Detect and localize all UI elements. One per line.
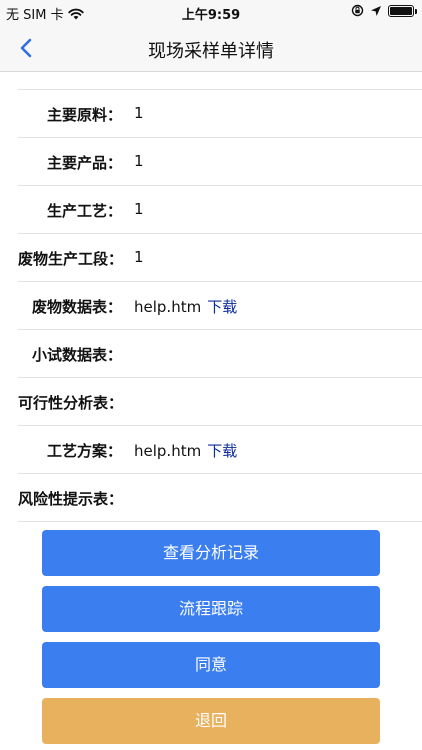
return-button[interactable]: 退回 [42,698,380,744]
field-value: 1 [134,200,144,218]
field-label: 主要产品： [46,154,122,172]
field-value: help.htm 下载 [134,296,237,317]
nav-bar: 现场采样单详情 [0,24,422,72]
detail-list[interactable]: 主要原料： 1 主要产品： 1 生产工艺： 1 废物生产工段： 1 废物数据表：… [0,72,422,524]
field-value: 1 [134,152,144,170]
field-value: 1 [134,104,144,122]
status-indicators [351,4,417,17]
field-value: help.htm 下载 [134,440,237,461]
field-label: 主要原料： [46,106,122,124]
view-analysis-button[interactable]: 查看分析记录 [42,530,380,576]
field-label: 生产工艺： [46,202,122,220]
field-row: 废物数据表： help.htm 下载 [18,282,422,330]
field-row: 风险性提示表： [18,474,422,522]
field-label: 工艺方案： [46,442,122,460]
process-track-button[interactable]: 流程跟踪 [42,586,380,632]
field-row: 主要产品： 1 [18,138,422,186]
file-name: help.htm [134,298,202,316]
field-row: 小试数据表： [18,330,422,378]
orientation-lock-icon [351,4,364,17]
download-link[interactable]: 下载 [207,298,237,316]
field-label: 风险性提示表： [18,490,124,508]
agree-button[interactable]: 同意 [42,642,380,688]
field-value: 1 [134,248,144,266]
field-label: 可行性分析表： [18,394,124,412]
field-row: 可行性分析表： [18,378,422,426]
field-row: 主要原料： 1 [18,90,422,138]
field-label: 废物数据表： [31,298,122,316]
battery-icon [388,4,417,17]
field-label: 废物生产工段： [18,250,124,268]
field-row: 废物生产工段： 1 [18,234,422,282]
partially-scrolled-row [18,72,422,90]
file-name: help.htm [134,442,202,460]
location-arrow-icon [371,5,381,16]
field-label: 小试数据表： [31,346,122,364]
field-row: 工艺方案： help.htm 下载 [18,426,422,474]
status-bar: 无 SIM 卡 上午9:59 [0,0,422,24]
page-title: 现场采样单详情 [148,41,274,62]
field-row: 生产工艺： 1 [18,186,422,234]
download-link[interactable]: 下载 [207,442,237,460]
